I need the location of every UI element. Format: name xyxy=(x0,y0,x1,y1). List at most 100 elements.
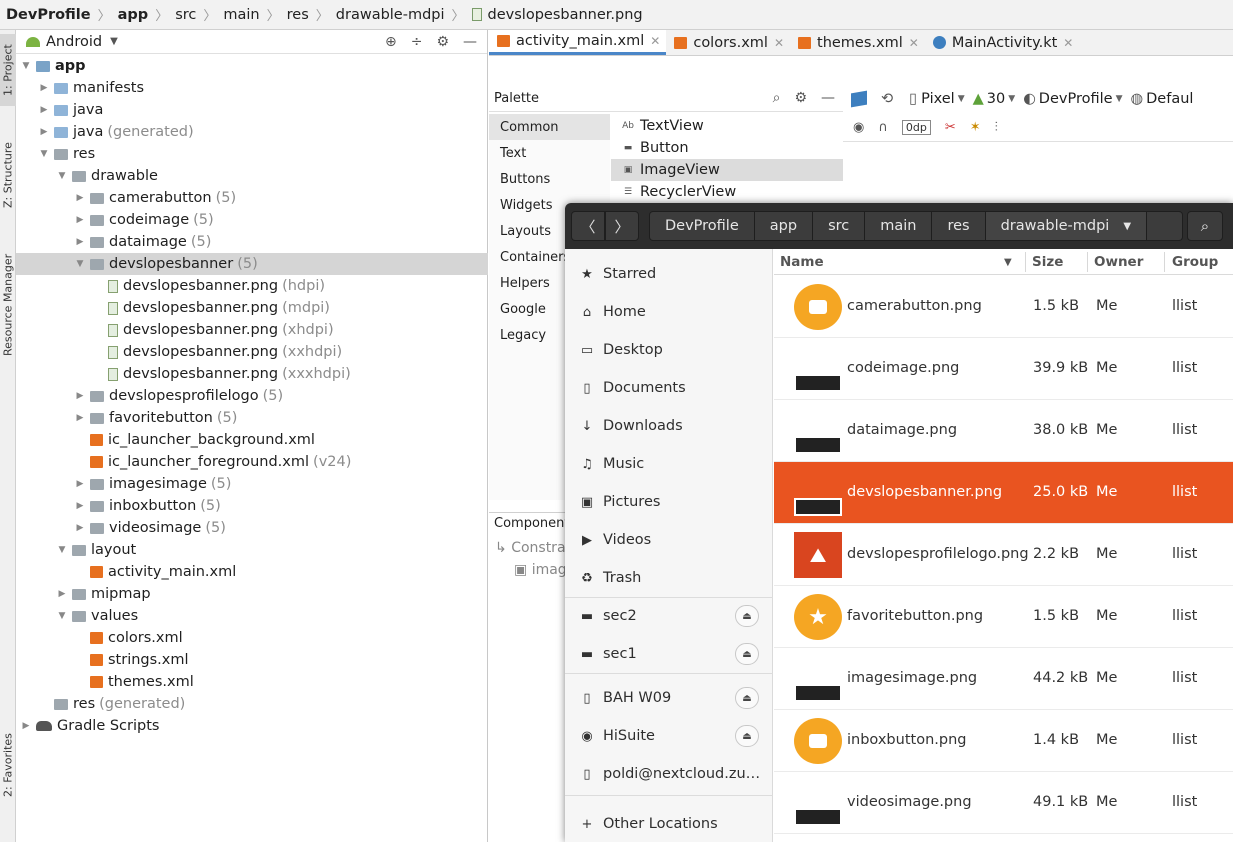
tree-item[interactable]: activity_main.xml xyxy=(16,561,488,583)
breadcrumb-drawable[interactable]: drawable-mdpi xyxy=(336,7,445,23)
expanded-arrow-icon[interactable]: ▼ xyxy=(56,611,68,621)
collapsed-arrow-icon[interactable]: ▶ xyxy=(38,127,50,137)
column-name[interactable]: Name xyxy=(780,254,824,270)
sidebar-place[interactable]: ▯ BAH W09 ⏏ xyxy=(565,679,773,717)
expanded-arrow-icon[interactable]: ▼ xyxy=(38,149,50,159)
file-row[interactable]: ★ favoritebutton.png 1.5 kB Me llist xyxy=(774,586,1233,648)
tree-item[interactable]: colors.xml xyxy=(16,627,488,649)
collapsed-arrow-icon[interactable]: ▶ xyxy=(74,413,86,423)
tree-item[interactable]: devslopesbanner.png (hdpi) xyxy=(16,275,488,297)
tree-item[interactable]: strings.xml xyxy=(16,649,488,671)
tree-item[interactable]: ▼ res xyxy=(16,143,488,165)
sidebar-place[interactable]: ▣ Pictures xyxy=(565,483,773,521)
tree-item[interactable]: ▶ videosimage (5) xyxy=(16,517,488,539)
palette-item[interactable]: Ab TextView xyxy=(611,115,843,137)
sidebar-place[interactable]: ▬ sec1 ⏏ xyxy=(565,635,773,673)
tree-item[interactable]: devslopesbanner.png (mdpi) xyxy=(16,297,488,319)
path-button[interactable]: DevProfile xyxy=(649,211,755,241)
tree-item[interactable]: ▶ mipmap xyxy=(16,583,488,605)
rotate-icon[interactable]: ⟲ xyxy=(881,91,893,107)
tree-item[interactable]: ▶ codeimage (5) xyxy=(16,209,488,231)
collapsed-arrow-icon[interactable]: ▶ xyxy=(74,391,86,401)
close-icon[interactable]: ✕ xyxy=(909,36,919,50)
file-row[interactable]: imagesimage.png 44.2 kB Me llist xyxy=(774,648,1233,710)
close-icon[interactable]: ✕ xyxy=(1063,36,1073,50)
gear-icon[interactable]: ⚙ xyxy=(794,90,807,106)
collapsed-arrow-icon[interactable]: ▶ xyxy=(74,215,86,225)
collapsed-arrow-icon[interactable]: ▶ xyxy=(74,193,86,203)
path-button[interactable]: res xyxy=(932,211,986,241)
tab-resource-manager[interactable]: Resource Manager xyxy=(0,240,16,370)
expanded-arrow-icon[interactable]: ▼ xyxy=(74,259,86,269)
palette-category[interactable]: Buttons xyxy=(489,166,610,192)
tab-themes[interactable]: themes.xml ✕ xyxy=(790,30,925,55)
path-overflow-button[interactable] xyxy=(1147,211,1184,241)
gear-icon[interactable]: ⚙ xyxy=(436,34,449,50)
expanded-arrow-icon[interactable]: ▼ xyxy=(56,171,68,181)
file-row[interactable]: videosimage.png 49.1 kB Me llist xyxy=(774,772,1233,834)
sidebar-place[interactable]: ▯ Documents xyxy=(565,369,773,407)
path-button[interactable]: src xyxy=(813,211,866,241)
tree-item[interactable]: ▼ app xyxy=(16,55,488,77)
column-owner[interactable]: Owner xyxy=(1094,254,1143,270)
file-row[interactable]: devslopesbanner.png 25.0 kB Me llist xyxy=(774,462,1233,524)
path-button[interactable]: main xyxy=(865,211,933,241)
infer-constraints-icon[interactable]: ✶ xyxy=(970,120,981,135)
tree-item[interactable]: ▼ drawable xyxy=(16,165,488,187)
file-row[interactable]: inboxbutton.png 1.4 kB Me llist xyxy=(774,710,1233,772)
path-button[interactable]: app xyxy=(754,211,814,241)
collapsed-arrow-icon[interactable]: ▶ xyxy=(74,479,86,489)
tree-item[interactable]: ic_launcher_background.xml xyxy=(16,429,488,451)
sidebar-place[interactable]: ↓ Downloads xyxy=(565,407,773,445)
tree-item[interactable]: devslopesbanner.png (xxhdpi) xyxy=(16,341,488,363)
tab-activity-main[interactable]: activity_main.xml ✕ xyxy=(489,30,667,55)
chevron-down-icon[interactable]: ▼ xyxy=(110,36,118,47)
tree-item[interactable]: ▶ camerabutton (5) xyxy=(16,187,488,209)
collapsed-arrow-icon[interactable]: ▶ xyxy=(74,237,86,247)
sort-down-icon[interactable]: ▼ xyxy=(1004,257,1012,268)
breadcrumb-res[interactable]: res xyxy=(287,7,309,23)
column-group[interactable]: Group xyxy=(1172,254,1218,270)
theme-selector[interactable]: DevProfile xyxy=(1039,91,1113,107)
sidebar-place[interactable]: ★ Starred xyxy=(565,255,773,293)
tree-item[interactable]: ic_launcher_foreground.xml (v24) xyxy=(16,451,488,473)
tree-item[interactable]: devslopesbanner.png (xxxhdpi) xyxy=(16,363,488,385)
breadcrumb-project[interactable]: DevProfile xyxy=(6,7,91,23)
file-row[interactable]: codeimage.png 39.9 kB Me llist xyxy=(774,338,1233,400)
tree-item[interactable]: res (generated) xyxy=(16,693,488,715)
magnet-icon[interactable]: ∩ xyxy=(878,120,888,135)
search-button[interactable]: ⌕ xyxy=(1187,211,1223,241)
tab-colors[interactable]: colors.xml ✕ xyxy=(666,30,790,55)
palette-category[interactable]: Common xyxy=(489,114,610,140)
palette-category[interactable]: Text xyxy=(489,140,610,166)
expanded-arrow-icon[interactable]: ▼ xyxy=(20,61,32,71)
breadcrumb-src[interactable]: src xyxy=(175,7,196,23)
sidebar-place[interactable]: ⌂ Home xyxy=(565,293,773,331)
back-button[interactable]: 〈 xyxy=(571,211,605,241)
collapsed-arrow-icon[interactable]: ▶ xyxy=(56,589,68,599)
component-constraint-layout[interactable]: ↳ Constra xyxy=(495,540,566,556)
path-button-current[interactable]: drawable-mdpi ▼ xyxy=(985,211,1148,241)
close-icon[interactable]: ✕ xyxy=(774,36,784,50)
tree-item[interactable]: ▶ dataimage (5) xyxy=(16,231,488,253)
tree-item[interactable]: ▼ values xyxy=(16,605,488,627)
palette-item[interactable]: ☰ RecyclerView xyxy=(611,181,843,203)
sidebar-place[interactable]: ◉ HiSuite ⏏ xyxy=(565,717,773,755)
device-selector[interactable]: Pixel xyxy=(921,91,955,107)
sidebar-place[interactable]: ▶ Videos xyxy=(565,521,773,559)
tree-item[interactable]: devslopesbanner.png (xhdpi) xyxy=(16,319,488,341)
collapsed-arrow-icon[interactable]: ▶ xyxy=(74,523,86,533)
tree-item[interactable]: ▶ java (generated) xyxy=(16,121,488,143)
locale-selector[interactable]: Defaul xyxy=(1146,91,1193,107)
tree-item[interactable]: ▶ manifests xyxy=(16,77,488,99)
sidebar-place[interactable]: ♻ Trash xyxy=(565,559,773,597)
breadcrumb-main[interactable]: main xyxy=(223,7,259,23)
sidebar-place[interactable]: ▬ sec2 ⏏ xyxy=(565,597,773,635)
palette-item[interactable]: ▬ Button xyxy=(611,137,843,159)
sidebar-place[interactable]: ▯ poldi@nextcloud.zu… xyxy=(565,755,773,793)
tree-item[interactable]: ▶ favoritebutton (5) xyxy=(16,407,488,429)
column-size[interactable]: Size xyxy=(1032,254,1063,270)
eject-icon[interactable]: ⏏ xyxy=(735,605,759,627)
sidebar-place[interactable]: + Other Locations xyxy=(565,805,773,842)
sidebar-place[interactable]: ▭ Desktop xyxy=(565,331,773,369)
